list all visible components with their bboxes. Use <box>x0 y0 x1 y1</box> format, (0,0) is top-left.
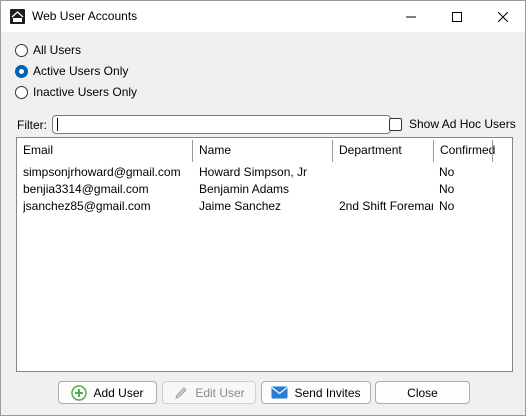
title-bar: Web User Accounts <box>1 1 525 32</box>
filter-input[interactable] <box>52 115 391 134</box>
table-row[interactable]: jsanchez85@gmail.com Jaime Sanchez 2nd S… <box>17 198 512 215</box>
text-caret <box>57 118 58 131</box>
column-divider[interactable] <box>492 140 493 162</box>
cell-email: jsanchez85@gmail.com <box>23 199 151 213</box>
radio-active-users-only[interactable]: Active Users Only <box>15 63 128 79</box>
radio-circle-checked[interactable] <box>15 64 28 78</box>
column-header-department[interactable]: Department <box>333 138 434 163</box>
table-row[interactable]: simpsonjrhoward@gmail.com Howard Simpson… <box>17 164 512 181</box>
cell-name: Jaime Sanchez <box>199 199 282 213</box>
table-row[interactable]: benjia3314@gmail.com Benjamin Adams No <box>17 181 512 198</box>
cell-confirmed: No <box>439 165 455 179</box>
edit-user-label: Edit User <box>195 385 245 400</box>
radio-circle[interactable] <box>15 43 28 57</box>
cell-name: Howard Simpson, Jr <box>199 165 308 179</box>
send-invites-button[interactable]: Send Invites <box>261 381 371 404</box>
radio-label: Active Users Only <box>33 64 129 78</box>
list-header: Email Name Department Confirmed <box>17 138 512 163</box>
column-header-name[interactable]: Name <box>193 138 333 163</box>
maximize-button[interactable] <box>434 1 480 32</box>
minimize-icon <box>406 16 416 17</box>
radio-label: All Users <box>33 43 82 57</box>
cell-department: 2nd Shift Foreman <box>339 199 433 213</box>
add-user-label: Add User <box>93 385 144 400</box>
radio-inactive-users-only[interactable]: Inactive Users Only <box>15 84 137 100</box>
radio-all-users[interactable]: All Users <box>15 42 81 58</box>
close-window-button[interactable] <box>480 1 525 32</box>
column-header-email[interactable]: Email <box>17 138 193 163</box>
close-icon <box>498 11 508 22</box>
filter-label: Filter: <box>17 118 47 132</box>
window-title: Web User Accounts <box>32 9 138 23</box>
add-user-button[interactable]: Add User <box>58 381 157 404</box>
cell-department <box>339 181 433 198</box>
send-invites-label: Send Invites <box>294 385 361 400</box>
show-adhoc-users-checkbox[interactable]: Show Ad Hoc Users <box>389 117 516 131</box>
pencil-icon <box>173 385 189 401</box>
users-list-view[interactable]: Email Name Department Confirmed simpsonj… <box>16 137 513 372</box>
cell-email: simpsonjrhoward@gmail.com <box>23 165 181 179</box>
add-icon <box>71 384 88 401</box>
radio-label: Inactive Users Only <box>33 85 138 99</box>
web-user-accounts-window: Web User Accounts All Users Active Users… <box>0 0 526 416</box>
cell-department <box>339 164 433 181</box>
column-header-confirmed[interactable]: Confirmed <box>434 138 495 163</box>
maximize-icon <box>452 11 462 22</box>
checkbox-box[interactable] <box>389 117 402 131</box>
close-label: Close <box>407 385 438 400</box>
cell-confirmed: No <box>439 199 455 213</box>
cell-name: Benjamin Adams <box>199 182 290 196</box>
envelope-icon <box>271 386 288 399</box>
show-adhoc-users-label: Show Ad Hoc Users <box>409 117 516 131</box>
minimize-button[interactable] <box>388 1 434 32</box>
app-icon <box>10 9 25 24</box>
cell-confirmed: No <box>439 182 455 196</box>
cell-email: benjia3314@gmail.com <box>23 182 149 196</box>
radio-circle[interactable] <box>15 85 28 99</box>
close-button[interactable]: Close <box>375 381 470 404</box>
edit-user-button[interactable]: Edit User <box>162 381 256 404</box>
